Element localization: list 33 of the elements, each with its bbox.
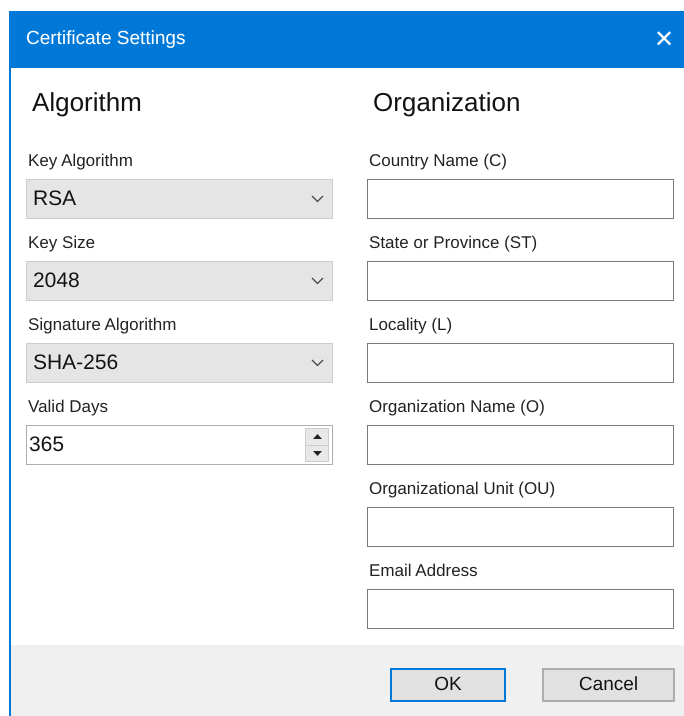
- section-heading: Algorithm: [31, 87, 143, 117]
- dropdown[interactable]: SHA-256: [26, 343, 333, 383]
- field-label: Signature Algorithm: [27, 316, 178, 334]
- text-field[interactable]: [367, 507, 674, 547]
- field-label: Email Address: [368, 562, 479, 580]
- chevron-down-icon: [311, 359, 324, 367]
- field-label: Country Name (C): [368, 152, 508, 170]
- field-label: Locality (L): [368, 316, 454, 334]
- field-label: Organization Name (O): [368, 398, 546, 416]
- field-label: Valid Days: [27, 398, 109, 416]
- text-field[interactable]: [367, 179, 674, 219]
- field-value: 365: [29, 432, 64, 458]
- chevron-down-icon: [311, 277, 324, 285]
- chevron-down-icon: [311, 195, 324, 203]
- section-heading: Organization: [372, 87, 522, 117]
- field-label: Organizational Unit (OU): [368, 480, 556, 498]
- dialog-button[interactable]: OK: [390, 668, 506, 702]
- field-label: Key Size: [27, 234, 96, 252]
- text-field[interactable]: [367, 343, 674, 383]
- dropdown[interactable]: RSA: [26, 179, 333, 219]
- field-label: State or Province (ST): [368, 234, 538, 252]
- up-arrow-icon: [312, 434, 322, 440]
- number-field[interactable]: 365: [26, 425, 333, 465]
- text-field[interactable]: [367, 425, 674, 465]
- text-field[interactable]: [367, 261, 674, 301]
- field-label: Key Algorithm: [27, 152, 134, 170]
- window-title: Certificate Settings: [26, 27, 186, 52]
- spin-buttons[interactable]: [305, 428, 329, 462]
- dialog-button[interactable]: Cancel: [542, 668, 675, 702]
- text-field[interactable]: [367, 589, 674, 629]
- down-arrow-icon: [312, 450, 322, 456]
- close-button[interactable]: ✕: [654, 28, 674, 52]
- dropdown[interactable]: 2048: [26, 261, 333, 301]
